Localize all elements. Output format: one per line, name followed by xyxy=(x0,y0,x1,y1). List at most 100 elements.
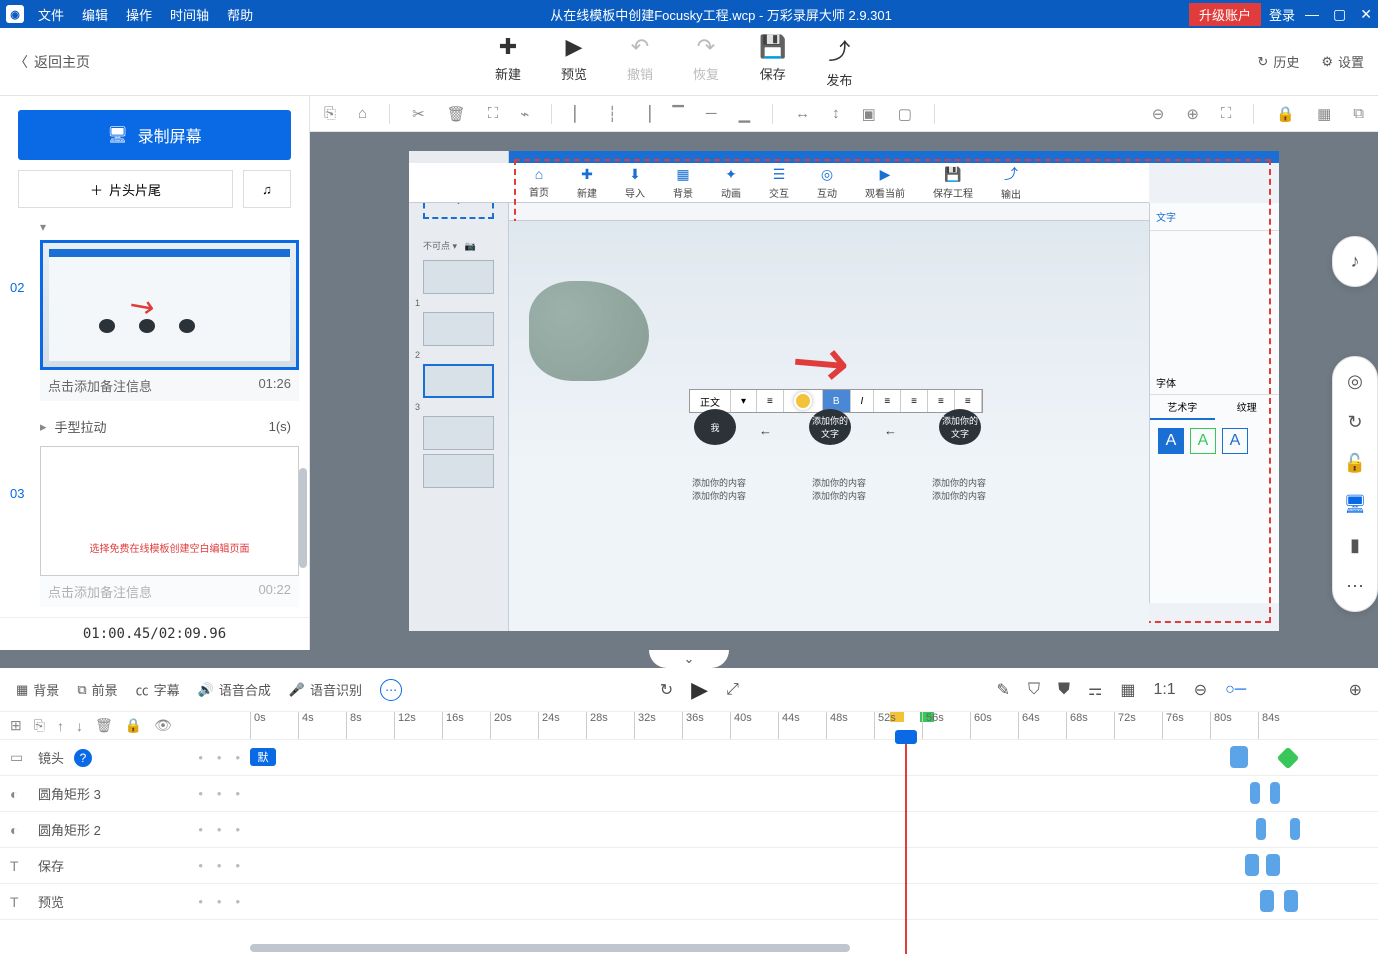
menu-file[interactable]: 文件 xyxy=(38,5,64,24)
track-tag[interactable]: 默 xyxy=(250,748,276,766)
time-ruler[interactable]: 0s4s8s12s16s20s24s28s32s36s40s44s48s52s5… xyxy=(250,712,1378,739)
clip-2a[interactable] xyxy=(1250,782,1260,804)
ink-blob-2[interactable]: 添加你的文字 xyxy=(809,409,851,445)
crop-icon[interactable]: ⛶ xyxy=(488,105,499,122)
maximize-icon[interactable]: ▢ xyxy=(1333,6,1346,23)
subtitle-tab[interactable]: ㏄字幕 xyxy=(136,680,180,699)
zoom-slider-icon[interactable]: ○─ xyxy=(1225,681,1246,699)
login-button[interactable]: 登录 xyxy=(1269,5,1295,24)
publish-button[interactable]: ⤴发布 xyxy=(826,34,852,89)
filter1-icon[interactable]: ⛉ xyxy=(1028,681,1040,699)
ink-blob-1[interactable]: 我 xyxy=(694,409,736,445)
loop-icon[interactable]: ↻ xyxy=(660,680,673,700)
help-icon[interactable]: ? xyxy=(74,749,92,767)
clip-4a[interactable] xyxy=(1245,854,1259,876)
slide-scrollbar[interactable] xyxy=(299,468,307,568)
timeline-scrollbar[interactable] xyxy=(250,944,850,952)
mini-thumb-2[interactable] xyxy=(423,312,494,346)
clip-4b[interactable] xyxy=(1266,854,1280,876)
collapse-panel-button[interactable]: ⌄ xyxy=(649,650,729,668)
slide-thumb-03[interactable]: 选择免费在线模板创建空白编辑页面 xyxy=(40,446,299,576)
lock-track-icon[interactable]: 🔒 xyxy=(125,717,142,734)
trash-icon[interactable]: 🗑 xyxy=(447,105,466,123)
grid2-icon[interactable]: ▦ xyxy=(1120,680,1135,700)
bg-tab[interactable]: ▦背景 xyxy=(16,680,59,699)
undo-button[interactable]: ↶撤销 xyxy=(627,34,653,89)
fg-tab[interactable]: ⧉前景 xyxy=(77,680,117,699)
menu-edit[interactable]: 编辑 xyxy=(82,5,108,24)
list-icon[interactable]: ≡ xyxy=(757,390,784,412)
ungroup-icon[interactable]: ▢ xyxy=(898,105,912,123)
align-bottom-icon[interactable]: ▁ xyxy=(739,105,751,123)
upgrade-button[interactable]: 升级账户 xyxy=(1189,3,1261,26)
home-icon[interactable]: ⌂ xyxy=(358,105,367,122)
align-center-icon[interactable]: ┆ xyxy=(608,105,617,123)
track-body-1[interactable]: 默 xyxy=(250,740,1378,775)
slide-caption-03[interactable]: 点击添加备注信息 xyxy=(48,582,152,601)
collapse-icon[interactable]: ▾ xyxy=(40,220,46,234)
menu-help[interactable]: 帮助 xyxy=(227,5,253,24)
del-track-icon[interactable]: 🗑 xyxy=(95,717,113,734)
folder-add-icon[interactable]: ⎘ xyxy=(34,717,45,734)
zoom-out-tl-icon[interactable]: ⊖ xyxy=(1194,680,1207,700)
edit-icon[interactable]: ✎ xyxy=(997,680,1010,700)
fit-icon[interactable]: ⛶ xyxy=(1221,105,1232,122)
asr-tab[interactable]: 🎤语音识别 xyxy=(289,680,362,699)
play-timeline-icon[interactable]: ▶ xyxy=(691,677,708,703)
settings-button[interactable]: ⚙设置 xyxy=(1321,52,1364,71)
align-top-icon[interactable]: ▔ xyxy=(672,105,684,123)
copy-icon[interactable]: ⧉ xyxy=(1353,105,1364,122)
zoom-in-tl-icon[interactable]: ⊕ xyxy=(1349,680,1362,700)
clip-5b[interactable] xyxy=(1284,890,1298,912)
ink-blob-3[interactable]: 添加你的文字 xyxy=(939,409,981,445)
back-button[interactable]: 〈 返回主页 xyxy=(14,52,90,72)
move-up-icon[interactable]: ↑ xyxy=(57,718,64,734)
menu-action[interactable]: 操作 xyxy=(126,5,152,24)
add-track-icon[interactable]: ⊞ xyxy=(10,717,22,734)
dist-v-icon[interactable]: ↕ xyxy=(832,105,840,122)
minimize-icon[interactable]: — xyxy=(1305,6,1319,23)
track-name-1[interactable]: 镜头 xyxy=(38,748,64,767)
keyframe-1[interactable] xyxy=(1277,747,1300,770)
track-body-4[interactable] xyxy=(250,848,1378,883)
track-name-5[interactable]: 预览 xyxy=(38,892,64,911)
lock-icon[interactable]: 🔒 xyxy=(1276,105,1295,123)
clip-3b[interactable] xyxy=(1290,818,1300,840)
new-button[interactable]: ✚新建 xyxy=(495,34,521,89)
track-name-4[interactable]: 保存 xyxy=(38,856,64,875)
slide-item-02[interactable]: 02 ↘ 点击添加备注信息 01:26 xyxy=(10,240,299,401)
mini-thumb-4[interactable] xyxy=(423,416,494,450)
canvas[interactable]: ＋ 不可点 ▾ 📷 1 2 3 新建Focusky ⌂首页 ✚新建 ⬇导入 ▦背… xyxy=(409,151,1279,631)
target-icon[interactable]: ◎ xyxy=(1347,371,1363,392)
brush-icon[interactable]: ⌁ xyxy=(520,105,529,123)
save-button[interactable]: 💾保存 xyxy=(759,34,786,89)
move-down-icon[interactable]: ↓ xyxy=(76,718,83,734)
record-button[interactable]: 🖥 录制屏幕 xyxy=(18,110,291,160)
redo-button[interactable]: ↷恢复 xyxy=(693,34,719,89)
mobile-icon[interactable]: ▮ xyxy=(1350,535,1360,556)
desktop-icon[interactable]: 🖥 xyxy=(1344,494,1367,515)
mini-thumb-3[interactable] xyxy=(423,364,494,398)
group-icon[interactable]: ▣ xyxy=(862,105,876,123)
filter3-icon[interactable]: ⚎ xyxy=(1088,680,1102,700)
playhead[interactable] xyxy=(905,740,907,954)
cut-icon[interactable]: ✂ xyxy=(412,105,425,123)
rotate-icon[interactable]: ↻ xyxy=(1347,412,1362,433)
zoom-out-icon[interactable]: ⊖ xyxy=(1152,105,1165,123)
menu-timeline[interactable]: 时间轴 xyxy=(170,5,209,24)
music-button[interactable]: ♫ xyxy=(243,170,291,208)
layer-down-icon[interactable]: ⎘ xyxy=(324,105,336,122)
clip-2b[interactable] xyxy=(1270,782,1280,804)
fullscreen-icon[interactable]: ⤢ xyxy=(726,681,739,699)
close-icon[interactable]: ✕ xyxy=(1360,6,1372,23)
track-name-3[interactable]: 圆角矩形 2 xyxy=(38,820,101,839)
clip-3a[interactable] xyxy=(1256,818,1266,840)
unlock-icon[interactable]: 🔓 xyxy=(1344,453,1366,474)
clip-5a[interactable] xyxy=(1260,890,1274,912)
layers-icon[interactable]: ▦ xyxy=(1317,105,1331,123)
track-body-3[interactable] xyxy=(250,812,1378,847)
track-name-2[interactable]: 圆角矩形 3 xyxy=(38,784,101,803)
tts-tab[interactable]: 🔊语音合成 xyxy=(198,680,271,699)
track-body-5[interactable] xyxy=(250,884,1378,919)
align-left-icon[interactable]: ▏ xyxy=(574,105,586,123)
